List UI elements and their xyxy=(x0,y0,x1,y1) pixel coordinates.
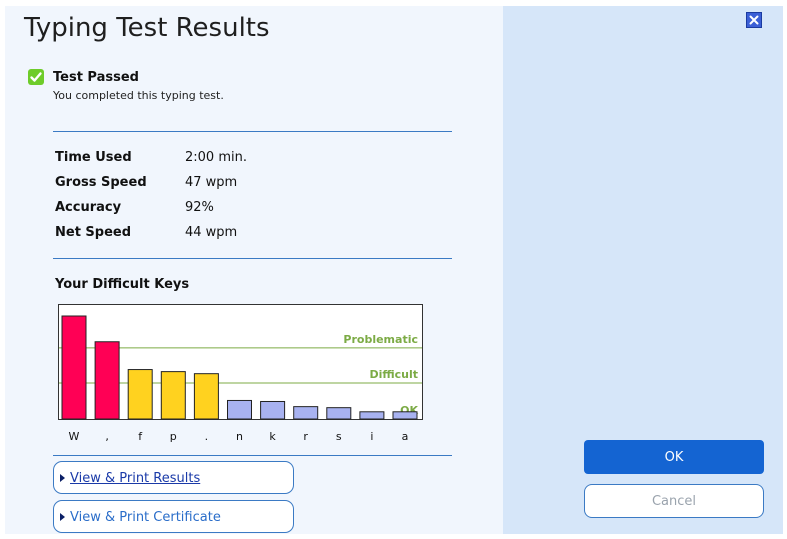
dialog-title: Typing Test Results xyxy=(24,13,270,43)
view-print-certificate-label: View & Print Certificate xyxy=(70,510,221,525)
bar-key-8 xyxy=(326,407,352,420)
triangle-right-icon xyxy=(60,513,65,521)
key-label: p xyxy=(169,430,177,443)
triangle-right-icon xyxy=(60,474,65,482)
bar-key-4 xyxy=(193,373,219,420)
stat-value-time-used: 2:00 min. xyxy=(185,150,247,165)
divider xyxy=(53,258,452,259)
bar-key-2 xyxy=(127,369,153,420)
key-label: a xyxy=(401,430,409,443)
stat-value-gross-speed: 47 wpm xyxy=(185,175,238,190)
bar-key-5 xyxy=(227,399,252,420)
ok-button[interactable]: OK xyxy=(584,440,764,474)
divider xyxy=(53,455,452,456)
results-panel: Typing Test Results Test Passed You comp… xyxy=(5,6,503,534)
check-icon xyxy=(28,69,44,85)
zone-label-difficult: Difficult xyxy=(369,368,418,381)
stat-value-net-speed: 44 wpm xyxy=(185,225,238,240)
key-label: f xyxy=(138,430,143,443)
bar-key-3 xyxy=(160,371,186,420)
stat-label-accuracy: Accuracy xyxy=(55,200,122,215)
bar-key-0 xyxy=(61,315,87,420)
difficult-keys-title: Your Difficult Keys xyxy=(55,277,190,292)
view-print-certificate-button[interactable]: View & Print Certificate xyxy=(53,500,294,533)
key-label: n xyxy=(236,430,243,443)
cancel-button[interactable]: Cancel xyxy=(584,484,764,518)
key-label: s xyxy=(335,430,342,443)
divider xyxy=(53,131,452,132)
difficult-keys-chart-svg: ProblematicDifficultOK xyxy=(59,315,422,420)
view-print-results-label: View & Print Results xyxy=(70,471,201,486)
key-label: i xyxy=(370,430,374,443)
bar-key-7 xyxy=(293,406,319,420)
bar-key-6 xyxy=(260,400,286,420)
key-label: k xyxy=(269,430,276,443)
bar-key-10 xyxy=(392,411,418,420)
zone-label-problematic: Problematic xyxy=(343,333,418,346)
key-label: . xyxy=(204,430,209,443)
key-label: r xyxy=(303,430,308,443)
bar-key-9 xyxy=(359,411,385,420)
key-label: W xyxy=(68,430,80,443)
stat-label-net-speed: Net Speed xyxy=(55,225,132,240)
stat-value-accuracy: 92% xyxy=(185,200,214,215)
status-subtitle: You completed this typing test. xyxy=(53,89,224,102)
status-title: Test Passed xyxy=(53,70,139,85)
stat-label-gross-speed: Gross Speed xyxy=(55,175,147,190)
stat-label-time-used: Time Used xyxy=(55,150,132,165)
close-icon[interactable] xyxy=(746,12,762,28)
key-label: , xyxy=(105,430,109,443)
bar-key-1 xyxy=(94,341,120,420)
view-print-results-button[interactable]: View & Print Results xyxy=(53,461,294,494)
